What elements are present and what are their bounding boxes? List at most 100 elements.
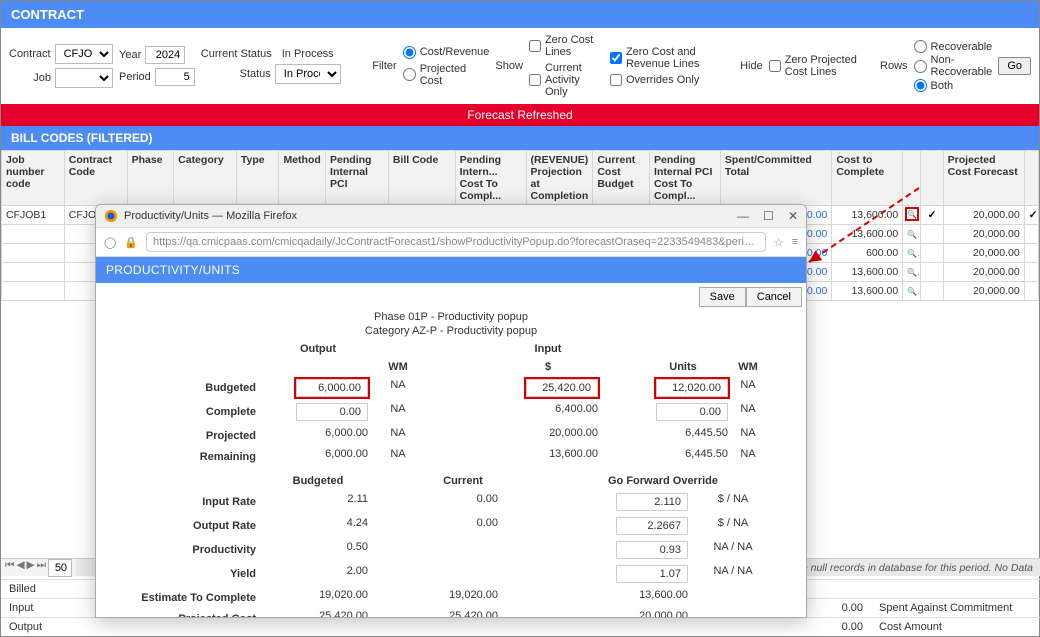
remaining-label: Remaining: [108, 448, 268, 463]
show-current-activity-chk[interactable]: [529, 74, 541, 86]
budgeted-wm2: NA: [728, 379, 768, 397]
search-icon[interactable]: 🔍: [905, 207, 919, 221]
col-cur-bud[interactable]: Current Cost Budget: [593, 151, 650, 206]
complete-units[interactable]: 0.00: [656, 403, 728, 421]
col-job[interactable]: Job number code: [2, 151, 65, 206]
input-rate-wm: $ / NA: [688, 493, 778, 511]
productivity-popup: Productivity/Units — Mozilla Firefox — ☐…: [95, 204, 807, 618]
filter-cost-revenue-radio[interactable]: [403, 46, 416, 59]
popup-body: Phase 01P - Productivity popup Category …: [96, 307, 806, 617]
go-button[interactable]: Go: [998, 57, 1031, 75]
hide-zero-projected-chk[interactable]: [769, 60, 781, 72]
rows-label: Rows: [880, 60, 908, 72]
projected-label: Projected: [108, 427, 268, 442]
popup-save-button[interactable]: Save: [699, 287, 746, 307]
col-proj-fc[interactable]: Projected Cost Forecast: [943, 151, 1024, 206]
col-check: [921, 151, 943, 206]
hide-label: Hide: [740, 60, 763, 72]
yield-override[interactable]: 1.07: [616, 565, 688, 583]
firefox-icon: [104, 209, 118, 223]
budgeted-wm1: NA: [368, 379, 428, 397]
output-rate-override[interactable]: 2.2667: [616, 517, 688, 535]
popup-titlebar[interactable]: Productivity/Units — Mozilla Firefox — ☐…: [96, 205, 806, 228]
filter-bar: Contract CFJOB1 Job Year Period Current …: [1, 28, 1039, 104]
projected-output: 6,000.00: [268, 427, 368, 442]
proj-cost-current: 25,420.00: [428, 610, 498, 617]
close-icon[interactable]: ✕: [788, 209, 798, 223]
override-col-header: Go Forward Override: [598, 475, 728, 487]
filter-opt2-label: Projected Cost: [420, 63, 490, 87]
billed-label: Billed: [1, 580, 95, 598]
col-ctc[interactable]: Cost to Complete: [832, 151, 903, 206]
show-zero-cost-chk[interactable]: [529, 40, 541, 52]
filter-projected-cost-radio[interactable]: [403, 68, 416, 81]
col-type[interactable]: Type: [236, 151, 279, 206]
job-select[interactable]: [55, 68, 113, 88]
filter-label: Filter: [372, 60, 396, 72]
minimize-icon[interactable]: —: [737, 209, 749, 223]
col-pend-pci-cost[interactable]: Pending Internal PCI Cost To Compl...: [650, 151, 721, 206]
rows-nonrecoverable-radio[interactable]: [914, 60, 927, 73]
proj-cost-label: Projected Cost: [108, 610, 268, 617]
nav-prev-icon[interactable]: ◀: [16, 559, 24, 577]
rows-both-radio[interactable]: [914, 79, 927, 92]
col-contract[interactable]: Contract Code: [64, 151, 127, 206]
output-rate-wm: $ / NA: [688, 517, 778, 535]
col-rev-proj[interactable]: (REVENUE) Projection at Completion: [526, 151, 593, 206]
col-billcode[interactable]: Bill Code: [388, 151, 455, 206]
input-rate-override[interactable]: 2.110: [616, 493, 688, 511]
col-pend-cost[interactable]: Pending Intern... Cost To Compl...: [455, 151, 526, 206]
budgeted-output[interactable]: 6,000.00: [296, 379, 368, 397]
col-check2: [1024, 151, 1038, 206]
period-label: Period: [119, 71, 151, 83]
menu-icon[interactable]: ≡: [792, 236, 798, 248]
output-header: Output: [268, 343, 368, 355]
col-phase[interactable]: Phase: [127, 151, 174, 206]
col-pend-pci[interactable]: Pending Internal PCI: [326, 151, 389, 206]
lock-icon[interactable]: 🔒: [124, 236, 138, 249]
nav-next-icon[interactable]: ▶: [27, 559, 35, 577]
contract-select[interactable]: CFJOB1: [55, 44, 113, 64]
complete-output[interactable]: 0.00: [296, 403, 368, 421]
budgeted-input[interactable]: 25,420.00: [526, 379, 598, 397]
popup-cancel-button[interactable]: Cancel: [746, 287, 802, 307]
productivity-override[interactable]: 0.93: [616, 541, 688, 559]
shield-icon[interactable]: ◯: [104, 236, 116, 249]
rows-recoverable-radio[interactable]: [914, 40, 927, 53]
remaining-wm2: NA: [728, 448, 768, 463]
hide-opt-label: Zero Projected Cost Lines: [785, 54, 862, 78]
yield-budgeted: 2.00: [268, 565, 368, 583]
show-label: Show: [495, 60, 523, 72]
etc-label: Estimate To Complete: [108, 589, 268, 604]
status-label: Status: [201, 68, 271, 80]
forecast-refreshed-banner: Forecast Refreshed: [1, 104, 1039, 126]
show-opt1-label: Zero Cost Lines: [545, 34, 604, 58]
maximize-icon[interactable]: ☐: [763, 209, 774, 223]
rows-opt1-label: Recoverable: [931, 41, 993, 53]
rows-opt3-label: Both: [931, 80, 954, 92]
year-label: Year: [119, 49, 141, 61]
nav-last-icon[interactable]: ⏭: [37, 559, 46, 577]
col-category[interactable]: Category: [174, 151, 237, 206]
etc-budgeted: 19,020.00: [268, 589, 368, 604]
bookmark-icon[interactable]: ☆: [774, 236, 784, 249]
budgeted-units[interactable]: 12,020.00: [656, 379, 728, 397]
show-overrides-chk[interactable]: [610, 74, 622, 86]
period-input[interactable]: [155, 68, 195, 86]
nav-first-icon[interactable]: ⏮: [5, 559, 14, 577]
col-method[interactable]: Method: [279, 151, 326, 206]
productivity-budgeted: 0.50: [268, 541, 368, 559]
current-status-label: Current Status: [201, 48, 272, 60]
url-input[interactable]: https://qa.cmicpaas.com/cmicqadaily/JcCo…: [146, 232, 766, 252]
dollar-header: $: [498, 361, 598, 373]
job-label: Job: [9, 72, 51, 84]
complete-wm1: NA: [368, 403, 428, 421]
nav-page-input[interactable]: [48, 559, 72, 577]
col-spent[interactable]: Spent/Committed Total: [720, 151, 831, 206]
spent-commit-label: Spent Against Commitment: [871, 599, 1040, 617]
show-zero-cost-revenue-chk[interactable]: [610, 52, 622, 64]
show-opt3-label: Zero Cost and Revenue Lines: [626, 46, 715, 70]
year-input[interactable]: [145, 46, 185, 64]
budgeted-col-header: Budgeted: [268, 475, 368, 487]
status-select[interactable]: In Process: [275, 64, 341, 84]
